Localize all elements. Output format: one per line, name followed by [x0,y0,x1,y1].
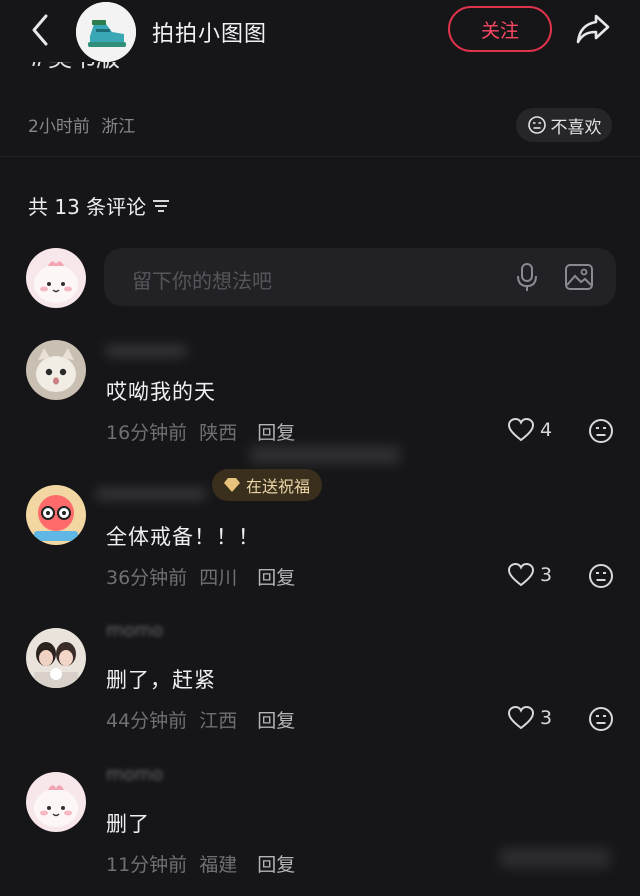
comment-text: 全体戒备！！！ [106,525,260,549]
back-button[interactable] [26,12,56,48]
post-location: 浙江 [101,117,136,137]
reply-button[interactable]: 回复 [257,710,295,732]
dislike-face-icon [527,116,546,134]
comment-time: 44分钟前 [106,710,188,732]
dislike-label: 不喜欢 [550,117,602,138]
comment-location: 四川 [199,567,238,589]
comment-meta: 44分钟前 江西 回复 [106,706,295,733]
comments-count-header[interactable]: 共 13 条评论 [28,191,170,220]
dislike-button[interactable]: 不喜欢 [516,108,612,142]
post-time: 2小时前 [28,117,90,137]
reply-button[interactable]: 回复 [257,422,295,444]
comment-location: 福建 [199,854,238,876]
heart-icon [508,563,534,587]
comment-time: 11分钟前 [106,854,188,876]
comment-location: 江西 [199,710,238,732]
emoji-face-icon[interactable] [588,563,614,589]
back-arrow-icon [32,14,48,46]
comments-count-label: 共 13 条评论 [28,195,147,219]
comment-input-placeholder: 留下你的想法吧 [132,269,272,293]
commenter-avatar[interactable] [26,628,86,688]
commenter-avatar[interactable] [26,772,86,832]
comment-meta: 36分钟前 四川 回复 [106,563,295,590]
comment-time: 36分钟前 [106,567,188,589]
comment-text: 删了，赶紧 [106,668,216,692]
top-bar: 拍拍小图图 关注 [0,0,640,62]
blurred-username [96,489,206,499]
gift-badge-label: 在送祝福 [246,477,311,496]
reply-button[interactable]: 回复 [257,854,295,876]
comment-text: 删了 [106,812,150,836]
section-divider [0,156,640,157]
image-icon[interactable] [564,263,594,291]
like-button[interactable]: 4 [508,418,552,442]
blurred-username [106,346,186,356]
comment-meta: 16分钟前 陕西 回复 [106,418,295,445]
author-avatar[interactable] [76,2,136,62]
commenter-avatar[interactable] [26,485,86,545]
share-button[interactable] [574,10,612,48]
reply-button[interactable]: 回复 [257,567,295,589]
like-button[interactable]: 3 [508,563,552,587]
gift-badge: 在送祝福 [212,469,323,501]
comment-meta: 11分钟前 福建 回复 [106,850,295,877]
sort-filter-icon[interactable] [152,198,170,214]
blurred-watermark [250,446,400,464]
emoji-face-icon[interactable] [588,418,614,444]
gift-heart-icon [224,478,240,492]
commenter-avatar[interactable] [26,340,86,400]
comment-location: 陕西 [199,422,238,444]
emoji-face-icon[interactable] [588,706,614,732]
mic-icon[interactable] [514,262,540,292]
author-username[interactable]: 拍拍小图图 [152,16,267,48]
my-avatar [26,248,86,308]
post-meta: 2小时前 浙江 [28,112,135,137]
like-count: 4 [540,419,553,441]
like-count: 3 [540,707,553,729]
share-icon [576,14,610,44]
comment-input[interactable]: 留下你的想法吧 [104,248,616,306]
comment-text: 哎呦我的天 [106,380,216,404]
like-count: 3 [540,564,553,586]
heart-icon [508,706,534,730]
comment-time: 16分钟前 [106,422,188,444]
like-button[interactable]: 3 [508,706,552,730]
follow-button[interactable]: 关注 [448,6,552,52]
commenter-name[interactable]: momo [106,620,196,638]
blurred-watermark [500,848,610,868]
heart-icon [508,418,534,442]
commenter-name[interactable]: momo [106,764,196,782]
